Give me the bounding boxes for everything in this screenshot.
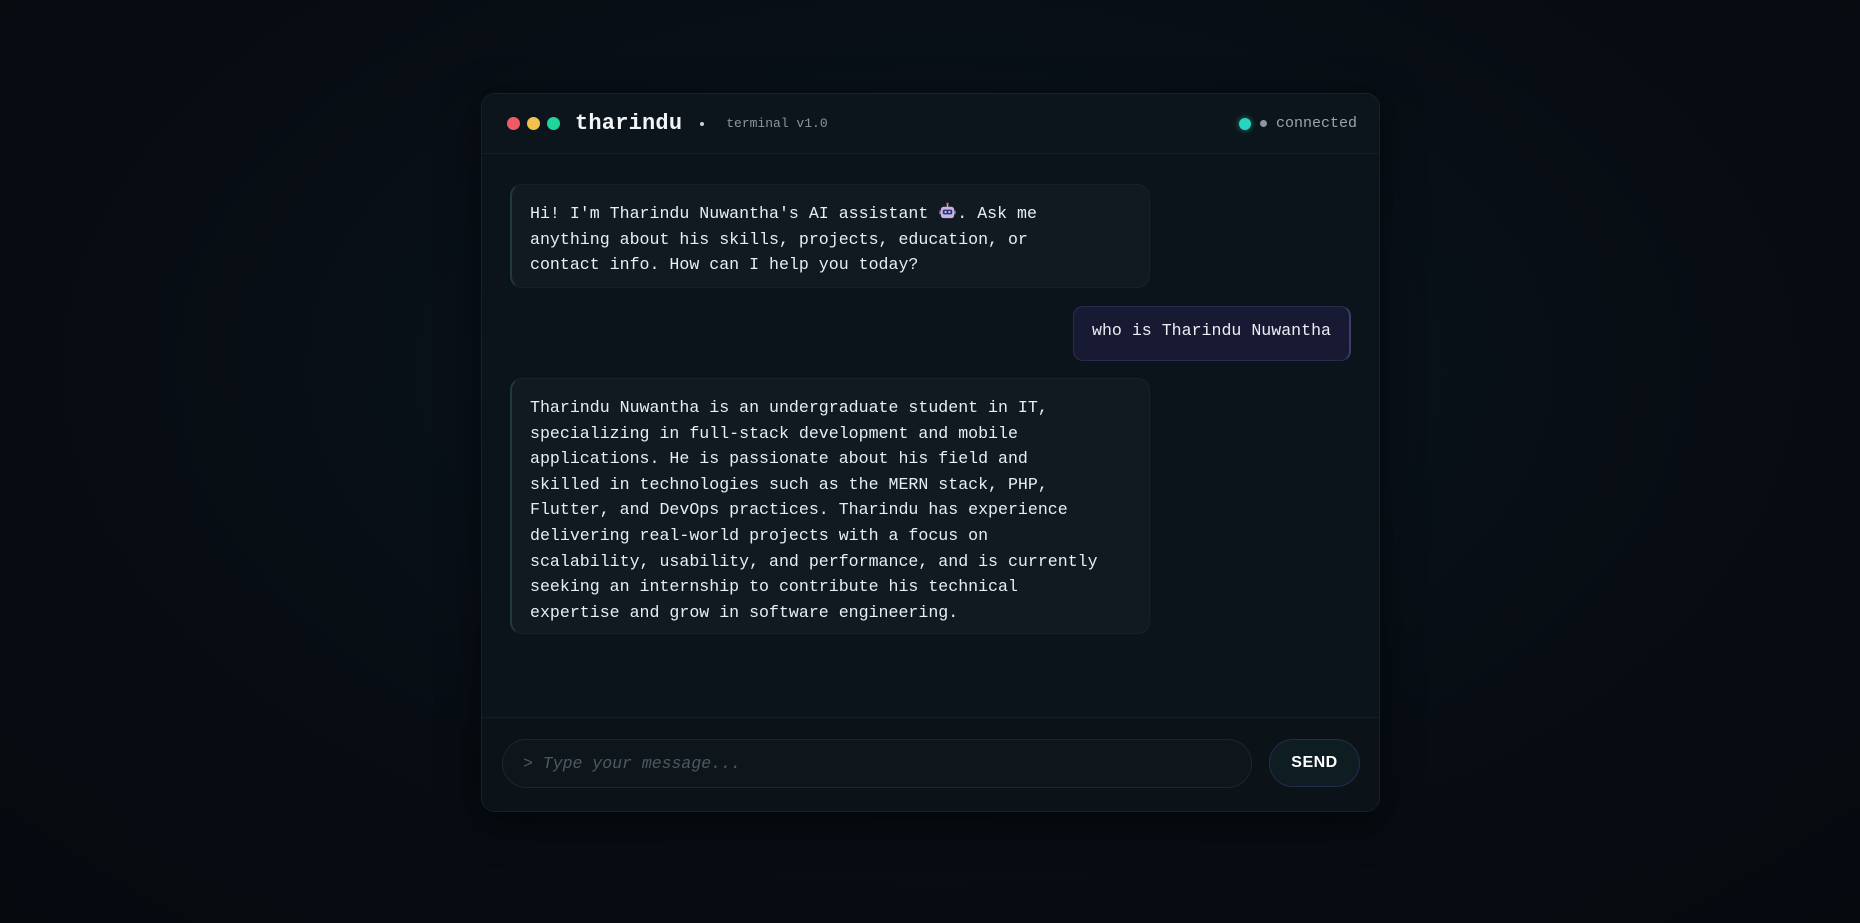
separator-dot-icon — [700, 121, 705, 126]
assistant-message: Hi! I'm Tharindu Nuwantha's AI assistant… — [510, 184, 1150, 288]
version-label: terminal v1.0 — [726, 116, 828, 131]
close-dot-icon[interactable] — [507, 117, 520, 130]
status-indicator-icon — [1238, 117, 1251, 130]
assistant-message: Tharindu Nuwantha is an undergraduate st… — [510, 378, 1150, 634]
message-composer: SEND — [482, 717, 1379, 811]
connection-status: connected — [1238, 115, 1357, 132]
message-text: Hi! I'm Tharindu Nuwantha's AI assistant — [530, 204, 939, 223]
chat-window: tharindu terminal v1.0 connected Hi! I'm… — [481, 93, 1380, 812]
send-button[interactable]: SEND — [1269, 739, 1360, 787]
status-label: connected — [1275, 115, 1357, 132]
app-title: tharindu — [575, 111, 683, 136]
message-text: Tharindu Nuwantha is an undergraduate st… — [530, 398, 1098, 622]
user-message: who is Tharindu Nuwantha — [1073, 306, 1351, 361]
message-input[interactable] — [503, 740, 1251, 787]
status-bullet-icon — [1259, 120, 1267, 127]
title-bar: tharindu terminal v1.0 connected — [482, 94, 1379, 154]
minimize-dot-icon[interactable] — [527, 117, 540, 130]
message-input-wrapper — [502, 739, 1252, 788]
window-controls — [507, 117, 560, 130]
robot-icon — [939, 202, 956, 219]
maximize-dot-icon[interactable] — [547, 117, 560, 130]
message-text: who is Tharindu Nuwantha — [1092, 321, 1331, 340]
